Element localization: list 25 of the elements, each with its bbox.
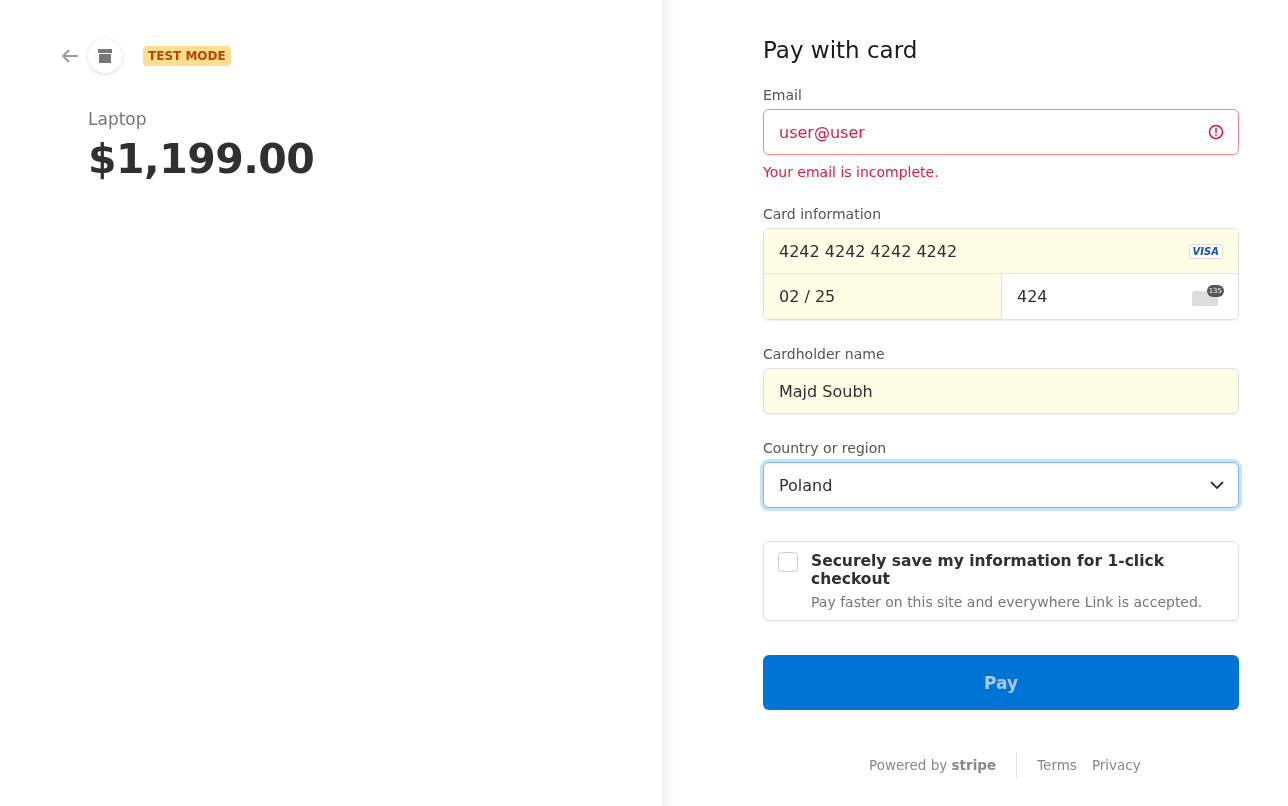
card-number-field[interactable]: 4242 4242 4242 4242 VISA bbox=[764, 229, 1238, 274]
field-label: Email bbox=[763, 87, 803, 103]
save-info-subtitle: Pay faster on this site and everywhere Link is accepted. bbox=[811, 594, 1204, 610]
cardholder-name-field[interactable]: Majd Soubh bbox=[763, 368, 1239, 414]
store-icon bbox=[88, 39, 122, 73]
footer-link[interactable]: Privacy bbox=[1091, 757, 1141, 773]
footer-link[interactable]: Terms bbox=[1037, 757, 1077, 773]
country-select[interactable]: Poland bbox=[763, 462, 1239, 508]
test-mode-badge: TEST MODE bbox=[143, 46, 231, 66]
product-price: $1,199.00 bbox=[88, 135, 316, 183]
error-message: Your email is incomplete. bbox=[763, 164, 940, 180]
error-icon bbox=[1208, 124, 1224, 140]
product-name: Laptop bbox=[88, 109, 148, 129]
chevron-down-icon bbox=[1210, 480, 1224, 490]
field-label: Card information bbox=[763, 206, 882, 222]
powered-by-text: Powered by stripe bbox=[869, 757, 997, 773]
email-field[interactable]: user@user bbox=[763, 109, 1239, 155]
form-title: Pay with card bbox=[763, 37, 919, 63]
field-label: Cardholder name bbox=[763, 346, 886, 362]
back-arrow-icon[interactable] bbox=[61, 49, 79, 63]
expiry-field[interactable]: 02 / 25 bbox=[764, 274, 1002, 319]
visa-card-icon: VISA bbox=[1188, 243, 1223, 259]
field-label: Country or region bbox=[763, 440, 888, 456]
save-info-title: Securely save my information for 1-click checkout bbox=[811, 552, 1165, 588]
checkbox[interactable] bbox=[778, 552, 798, 572]
